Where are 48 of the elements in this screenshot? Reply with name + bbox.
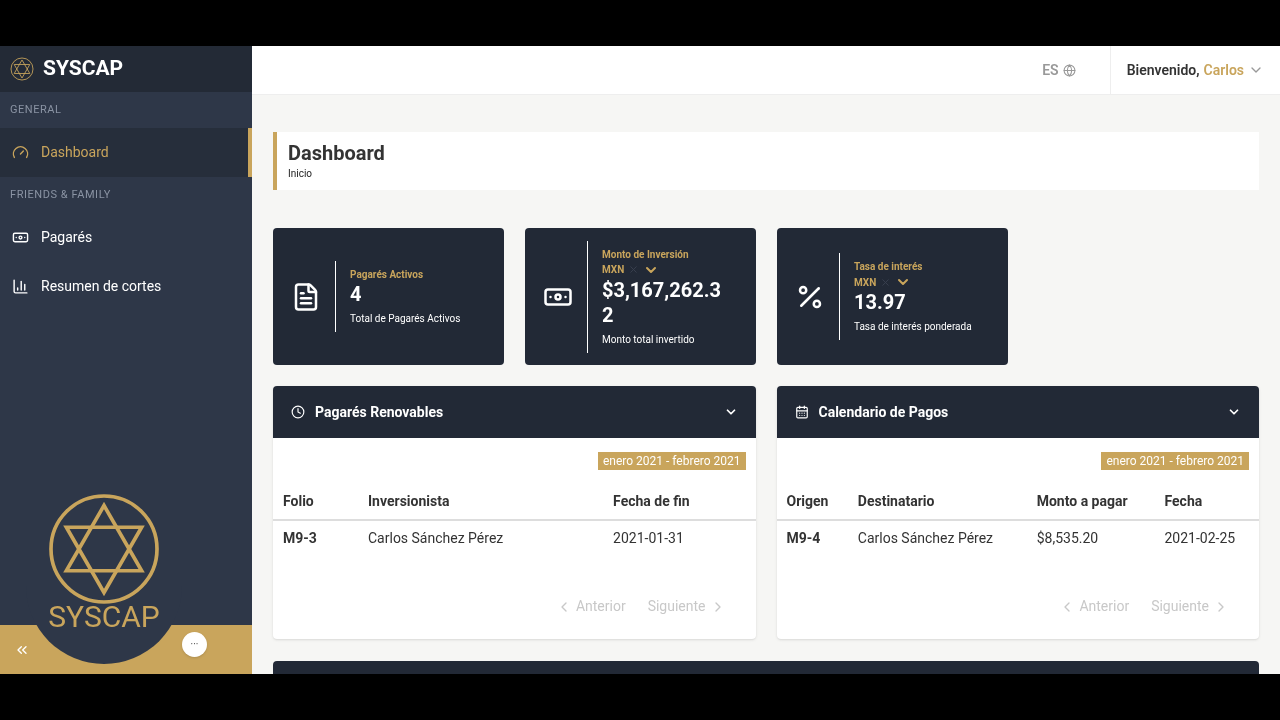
nav-item[interactable]: Pagarés <box>0 213 252 262</box>
stat-caption: Total de Pagarés Activos <box>350 312 462 326</box>
stat-value: 4 <box>350 282 363 307</box>
table-cell: 2021-01-31 <box>603 520 756 556</box>
stat-value: $3,167,262.32 <box>602 277 722 328</box>
table-cell: 2021-02-25 <box>1154 520 1259 556</box>
period-badge: enero 2021 - febrero 2021 <box>597 452 746 470</box>
table-cell: Carlos Sánchez Pérez <box>847 520 1027 556</box>
globe-icon <box>1062 63 1076 77</box>
breadcrumb: Inicio <box>288 167 314 181</box>
column-header: Origen <box>776 484 848 520</box>
table-cell: Carlos Sánchez Pérez <box>358 520 604 556</box>
section-heading: GENERAL <box>9 101 63 118</box>
stat-caption: Monto total invertido <box>602 332 696 347</box>
panel-header[interactable]: Pagarés Renovables <box>273 386 756 438</box>
clock-icon <box>291 405 305 419</box>
logo-icon <box>49 494 159 604</box>
currency-select[interactable]: MXN <box>602 262 625 277</box>
column-header: Inversionista <box>358 484 604 520</box>
clear-icon[interactable] <box>628 264 640 275</box>
currency-select[interactable]: MXN <box>854 274 877 290</box>
user-menu[interactable]: Bienvenido, Carlos <box>1109 46 1280 94</box>
bar-chart-icon <box>12 278 29 295</box>
period-badge: enero 2021 - febrero 2021 <box>1101 452 1249 470</box>
clear-icon[interactable] <box>880 276 892 288</box>
column-header: Fecha <box>1154 484 1259 520</box>
nav-item[interactable]: Resumen de cortes <box>0 262 252 311</box>
nav-item[interactable]: Dashboard <box>0 128 252 177</box>
table-cell: M9-3 <box>273 520 358 556</box>
section-heading: FRIENDS & FAMILY <box>9 186 112 203</box>
column-header: Fecha de fin <box>603 484 756 520</box>
stat-caption: Tasa de interés ponderada <box>854 320 973 334</box>
stat-label: Monto de Inversión <box>602 247 689 262</box>
table-cell: M9-4 <box>776 520 848 556</box>
logo-text: SYSCAP <box>48 602 160 632</box>
table-cell: $8,535.20 <box>1026 520 1155 556</box>
column-header: Destinatario <box>847 484 1027 520</box>
gauge-icon <box>12 144 29 161</box>
column-header: Monto a pagar <box>1026 484 1155 520</box>
panel-header[interactable]: Calendario de Pagos <box>776 386 1259 438</box>
stat-value: 13.97 <box>854 290 907 315</box>
stat-label: Pagarés Activos <box>350 268 424 282</box>
calendar-icon <box>794 405 809 419</box>
column-header: Folio <box>273 484 358 520</box>
brand-name: SYSCAP <box>43 55 124 83</box>
stat-label: Tasa de interés <box>854 260 923 274</box>
logo-icon <box>9 56 35 82</box>
page-title: Dashboard <box>288 141 386 166</box>
